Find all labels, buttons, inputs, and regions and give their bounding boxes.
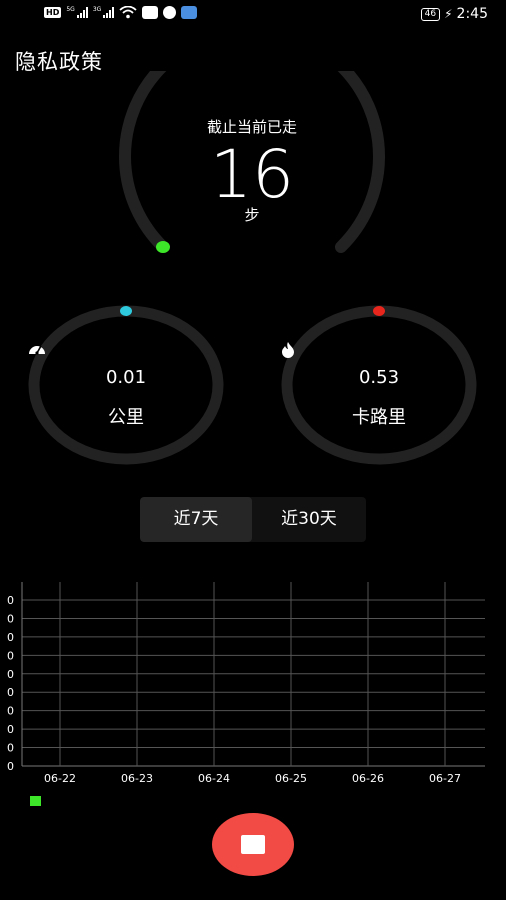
distance-ring: 0.01 公里: [28, 305, 224, 465]
distance-unit: 公里: [108, 407, 144, 428]
status-bar-left: HD 5G 3G: [44, 6, 198, 19]
steps-chart-svg: 0 0 0 0 0 0 0 0 0 0 06-22 06-23 06-24 06-25 06-26 06-27: [7, 582, 485, 785]
distance-value: 0.01: [105, 367, 147, 388]
hd-badge: HD: [44, 7, 62, 18]
calories-value: 0.53: [358, 367, 400, 388]
y-tick-label: 0: [7, 594, 14, 607]
network-label-3g: 3G: [92, 6, 102, 13]
calories-indicator: [373, 306, 385, 316]
gallery-icon: [142, 6, 159, 19]
calories-unit: 卡路里: [352, 407, 406, 428]
charging-icon: ⚡: [444, 7, 453, 21]
steps-chart: 0 0 0 0 0 0 0 0 0 0 06-22 06-23 06-24 06-25 06-26 06-27: [0, 576, 506, 788]
x-tick-label: 06-24: [198, 772, 230, 785]
wifi-icon: [119, 6, 137, 19]
network-label-5g: 5G: [66, 6, 75, 13]
stop-button[interactable]: [212, 813, 294, 876]
status-bar: HD 5G 3G 46 ⚡ 2:45: [0, 0, 506, 28]
y-tick-label: 0: [7, 760, 14, 773]
tab-30-days[interactable]: 近30天: [252, 497, 366, 542]
privacy-policy-link[interactable]: 隐私政策: [15, 46, 103, 76]
signal-icon: [76, 7, 88, 18]
x-tick-label: 06-22: [44, 772, 76, 785]
x-tick-label: 06-26: [352, 772, 384, 785]
clock: 2:45: [456, 6, 488, 22]
steps-unit: 步: [244, 206, 260, 224]
signal-icon: [103, 7, 115, 18]
y-tick-label: 0: [7, 668, 14, 681]
y-tick-label: 0: [7, 705, 14, 718]
steps-progress-indicator: [156, 241, 170, 253]
steps-caption: 截止当前已走: [206, 118, 297, 136]
x-tick-label: 06-25: [275, 772, 307, 785]
stop-icon: [241, 835, 265, 854]
steps-dial: 截止当前已走 16 步: [119, 71, 385, 255]
cloud-icon: [181, 6, 198, 19]
y-tick-label: 0: [7, 742, 14, 755]
y-tick-label: 0: [7, 631, 14, 644]
app-notification-icon: [163, 6, 177, 19]
calories-ring: 0.53 卡路里: [281, 305, 477, 465]
x-tick-label: 06-27: [429, 772, 461, 785]
battery-icon: 46: [420, 7, 441, 21]
status-bar-right: 46 ⚡ 2:45: [420, 6, 488, 22]
x-tick-label: 06-23: [121, 772, 153, 785]
y-tick-label: 0: [7, 612, 14, 625]
y-tick-label: 0: [7, 723, 14, 736]
y-tick-label: 0: [7, 649, 14, 662]
tab-7-days[interactable]: 近7天: [140, 497, 252, 542]
range-selector: 近7天 近30天: [140, 497, 366, 542]
steps-count: 16: [210, 136, 294, 213]
distance-indicator: [120, 306, 132, 316]
y-tick-label: 0: [7, 686, 14, 699]
chart-legend-swatch: [30, 796, 41, 806]
